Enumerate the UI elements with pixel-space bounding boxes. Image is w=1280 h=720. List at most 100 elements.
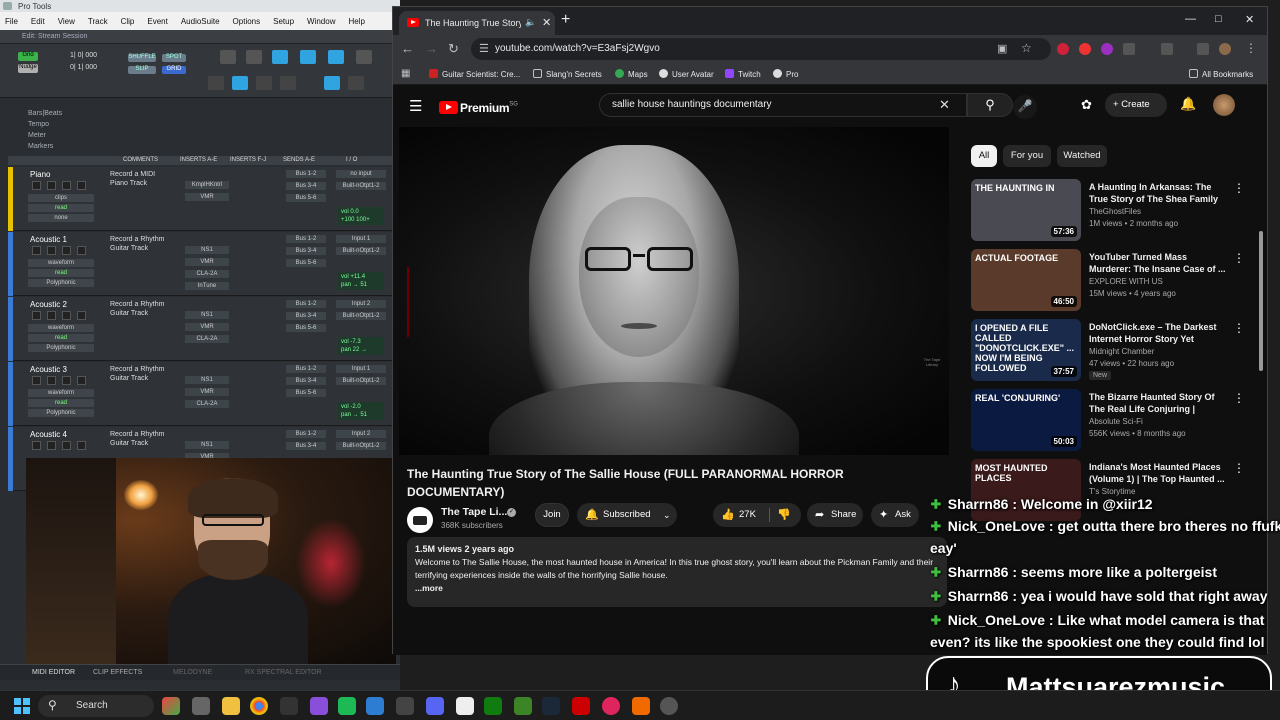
send-slot[interactable]: Bus 5-6 [286, 259, 326, 267]
menu-help[interactable]: Help [348, 17, 364, 26]
forward-icon[interactable]: → [425, 41, 438, 56]
io-selector[interactable]: Built-nOtpt1-2 [336, 377, 386, 385]
search-button[interactable]: ⚲ [967, 93, 1013, 117]
pt-toolbar-icon-6[interactable] [348, 76, 364, 90]
insert-slot[interactable]: CLA-2A [185, 335, 229, 343]
tab-melodyne[interactable]: MELODYNE [173, 669, 212, 676]
maximize-icon[interactable]: □ [1215, 13, 1222, 25]
insert-slot[interactable]: CLA-2A [185, 400, 229, 408]
share-button[interactable]: ➦ Share [807, 503, 863, 527]
extensions-puzzle-icon[interactable] [1123, 43, 1135, 55]
app-icon-orange[interactable] [632, 697, 650, 715]
track-name[interactable]: Piano [30, 170, 96, 179]
ruler-bars-beats[interactable]: Bars|Beats [8, 110, 393, 121]
ilok-icon[interactable] [280, 697, 298, 715]
track-view-selector[interactable]: waveform [28, 324, 94, 332]
track-solo-button[interactable] [62, 311, 71, 320]
trim-tool-icon[interactable] [272, 50, 288, 64]
xbox-icon[interactable] [484, 697, 502, 715]
recommendation-item[interactable]: REAL 'CONJURING' 50:03 The Bizarre Haunted… [971, 389, 1245, 453]
recommendation-thumbnail[interactable]: THE HAUNTING IN 57:36 [971, 179, 1081, 241]
channel-name[interactable]: The Tape Li... [441, 506, 507, 518]
insert-slot[interactable]: NS1 [185, 311, 229, 319]
recommendation-channel[interactable]: EXPLORE WITH US [1089, 277, 1163, 286]
more-options-icon[interactable]: ⋮ [1233, 461, 1245, 475]
track-view-selector[interactable]: waveform [28, 259, 94, 267]
track-solo-button[interactable] [62, 181, 71, 190]
track-comment[interactable]: Record a Rhythm Guitar Track [110, 300, 172, 318]
line-app-icon[interactable] [338, 697, 356, 715]
track-comment[interactable]: Record a Rhythm Guitar Track [110, 365, 172, 383]
track-mute-button[interactable] [77, 311, 86, 320]
insert-slot[interactable]: NS1 [185, 376, 229, 384]
menu-file[interactable]: File [5, 17, 18, 26]
recommendation-title[interactable]: The Bizarre Haunted Story Of The Real Li… [1089, 391, 1229, 415]
more-options-icon[interactable]: ⋮ [1233, 321, 1245, 335]
recommendation-title[interactable]: DoNotClick.exe – The Darkest Internet Ho… [1089, 321, 1229, 345]
track-elastic-mode[interactable]: Polyphonic [28, 279, 94, 287]
chip-for-you[interactable]: For you [1003, 145, 1051, 167]
task-view-icon[interactable] [192, 697, 210, 715]
channel-avatar[interactable] [407, 507, 433, 533]
obs-icon[interactable] [660, 697, 678, 715]
search-input[interactable]: sallie house hauntings documentary [599, 93, 967, 117]
insert-slot[interactable]: NS1 [185, 441, 229, 449]
track-elastic-mode[interactable]: Polyphonic [28, 409, 94, 417]
hamburger-menu-icon[interactable]: ☰ [409, 97, 422, 115]
pt-toolbar-icon-4[interactable] [280, 76, 296, 90]
steam-icon[interactable] [542, 697, 560, 715]
description-box[interactable]: 1.5M views 2 years ago Welcome to The Sa… [407, 537, 947, 607]
io-selector[interactable]: Built-nOtpt1-2 [336, 247, 386, 255]
insert-slot[interactable]: VMR [185, 193, 229, 201]
track-solo-button[interactable] [62, 376, 71, 385]
track-automation-mode[interactable]: read [28, 334, 94, 342]
menu-setup[interactable]: Setup [273, 17, 294, 26]
notifications-bell-icon[interactable]: 🔔 [1180, 96, 1196, 112]
send-slot[interactable]: Bus 1-2 [286, 300, 326, 308]
track-comment[interactable]: Record a Rhythm Guitar Track [110, 430, 172, 448]
track-rec-button[interactable] [32, 441, 41, 450]
pt-toolbar-icon-5[interactable] [324, 76, 340, 90]
bookmark-pro[interactable]: Pro [773, 69, 798, 79]
track-row[interactable]: Acoustic 1 waveform read Polyphonic Record a… [8, 232, 393, 296]
bookmark-slangn-secrets[interactable]: Slang'n Secrets [533, 69, 602, 79]
recommendation-thumbnail[interactable]: I OPENED A FILE CALLED "DONOTCLICK.EXE" … [971, 319, 1081, 381]
ruler-markers[interactable]: Markers [8, 143, 393, 154]
track-name[interactable]: Acoustic 3 [30, 365, 96, 374]
tab-close-icon[interactable]: ✕ [542, 16, 551, 29]
volume-pan-readout[interactable]: vol +11.4 pan → 51 [338, 272, 384, 290]
app-icon-red[interactable] [572, 697, 590, 715]
extension-icon-1[interactable] [1057, 43, 1069, 55]
dislike-icon[interactable]: 👎 [777, 503, 791, 527]
minecraft-icon[interactable] [514, 697, 532, 715]
menu-edit[interactable]: Edit [31, 17, 45, 26]
insert-slot[interactable]: NS1 [185, 246, 229, 254]
ask-button[interactable]: ✦ Ask [871, 503, 919, 527]
track-solo-button[interactable] [62, 246, 71, 255]
recommendation-thumbnail[interactable]: REAL 'CONJURING' 50:03 [971, 389, 1081, 451]
tab-audio-icon[interactable]: 🔈 [525, 17, 536, 28]
more-options-icon[interactable]: ⋮ [1233, 391, 1245, 405]
track-input-button[interactable] [47, 441, 56, 450]
selector-tool-icon[interactable] [300, 50, 316, 64]
pro-tools-taskbar-icon[interactable] [396, 697, 414, 715]
profile-avatar-icon[interactable] [1219, 43, 1231, 55]
grabber-tool-icon[interactable] [328, 50, 344, 64]
track-name[interactable]: Acoustic 1 [30, 235, 96, 244]
bookmark-maps[interactable]: Maps [615, 69, 648, 79]
tab-rx-spectral-editor[interactable]: RX SPECTRAL EDITOR [245, 669, 322, 676]
subscribed-button[interactable]: 🔔 Subscribed ⌄ [577, 503, 677, 527]
nudge-label[interactable]: Nudge [18, 64, 38, 73]
grid-value[interactable]: 1| 0| 000 [70, 52, 97, 59]
track-mute-button[interactable] [77, 376, 86, 385]
menu-audiosuite[interactable]: AudioSuite [181, 17, 220, 26]
grid-label[interactable]: Grid [18, 52, 38, 61]
recommendation-thumbnail[interactable]: ACTUAL FOOTAGE 46:50 [971, 249, 1081, 311]
io-selector[interactable]: Built-nOtpt1-2 [336, 442, 386, 450]
track-rec-button[interactable] [32, 311, 41, 320]
youtube-premium-logo[interactable]: PremiumSG [439, 99, 518, 117]
video-player[interactable]: The Tape Library [399, 127, 949, 455]
send-slot[interactable]: Bus 1-2 [286, 170, 326, 178]
chrome-menu-icon[interactable]: ⋮ [1245, 41, 1257, 55]
apps-grid-icon[interactable]: ▦ [401, 68, 410, 79]
